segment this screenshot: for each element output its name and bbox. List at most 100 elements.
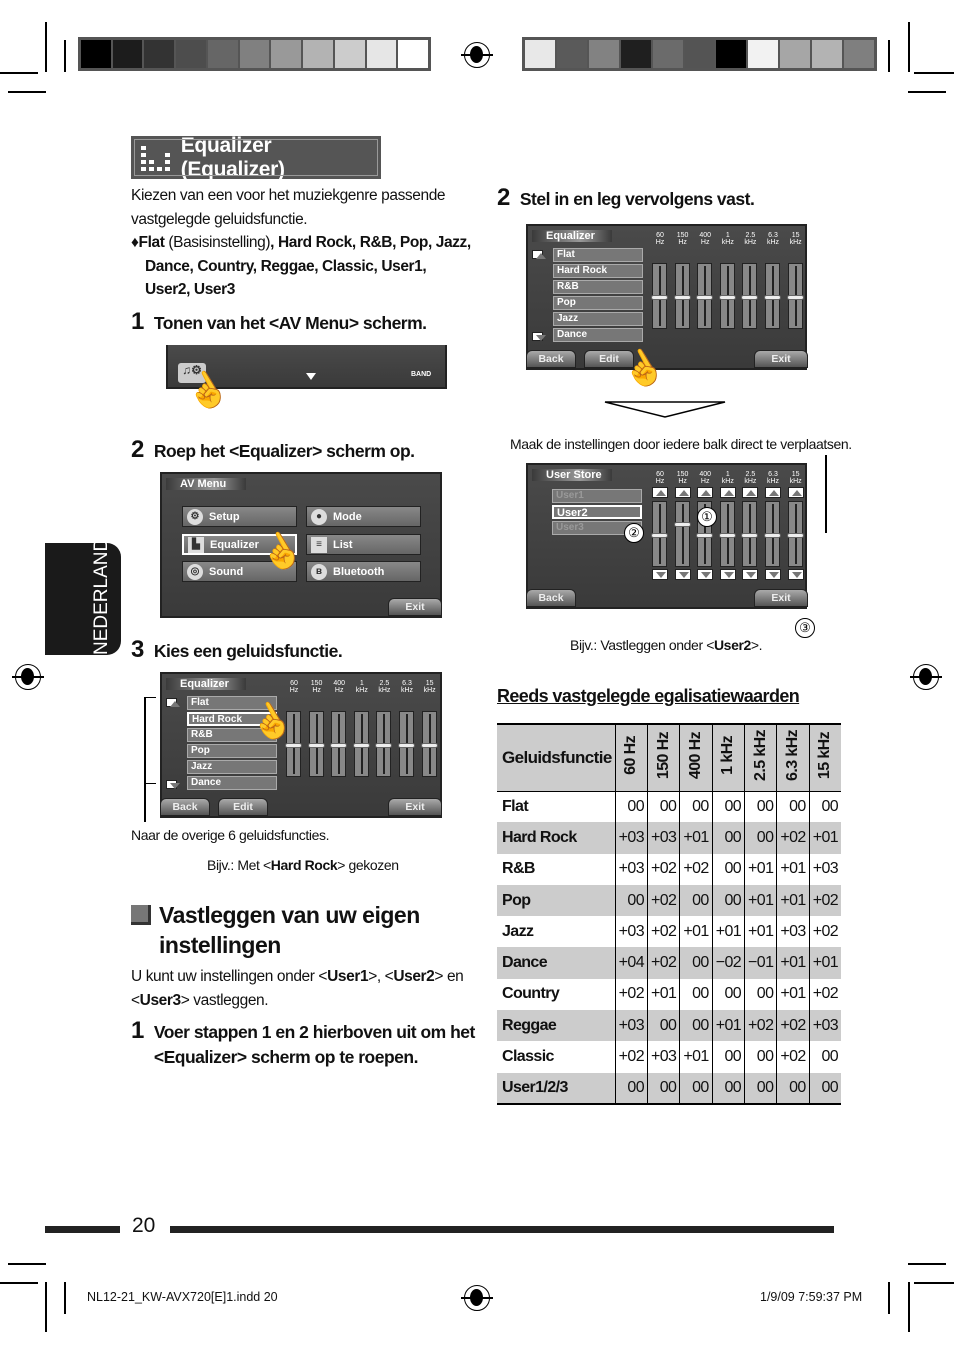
scroll-down-icon[interactable] [166,780,180,789]
level-down-button[interactable] [652,569,668,580]
user1-item[interactable]: User1 [552,489,642,503]
registration-mark-icon [910,664,942,690]
scroll-down-icon[interactable] [532,332,546,341]
slider-knob[interactable] [786,295,804,300]
crop-mark [908,91,946,93]
level-up-button[interactable] [765,487,781,498]
eq-slider[interactable] [786,263,804,329]
freq-value: 150 [676,232,689,239]
slider-knob[interactable] [420,743,438,748]
eq-slider[interactable] [786,501,804,567]
column-header: 400 Hz [687,731,705,779]
back-button[interactable]: Back [526,589,576,607]
level-down-button[interactable] [697,569,714,580]
menu-setup[interactable]: ⚙ Setup [182,506,297,527]
slider-knob[interactable] [696,295,714,300]
preset-item[interactable]: Dance [187,776,277,790]
exit-button[interactable]: Exit [388,598,442,616]
user2-item[interactable]: User2 [552,505,642,519]
preset-item[interactable]: Flat [553,248,643,262]
slider-knob[interactable] [651,533,668,538]
cell-value: 00 [776,791,810,823]
eq-slider[interactable] [307,711,325,777]
menu-mode[interactable]: ● Mode [306,506,421,527]
preset-item[interactable]: Hard Rock [553,264,643,278]
level-down-button[interactable] [719,569,736,580]
eq-slider[interactable] [673,501,691,567]
color-swatch [239,40,272,68]
level-down-button[interactable] [765,569,781,580]
level-down-button[interactable] [674,569,691,580]
footer-rule [170,1226,834,1233]
back-button[interactable]: Back [526,350,576,368]
slider-knob[interactable] [651,295,668,300]
slider-knob[interactable] [375,743,393,748]
scroll-up-icon[interactable] [532,250,546,259]
preset-item[interactable]: Jazz [553,312,643,326]
slider-knob[interactable] [285,743,302,748]
eq-slider[interactable] [741,501,759,567]
eq-slider[interactable] [696,263,714,329]
exit-button[interactable]: Exit [388,798,442,816]
slider-knob[interactable] [696,533,714,538]
eq-slider[interactable] [330,711,348,777]
slider-knob[interactable] [398,743,415,748]
eq-slider[interactable] [764,263,781,329]
slider-knob[interactable] [352,743,370,748]
band-button[interactable]: BAND [411,371,431,378]
eq-slider[interactable] [375,711,393,777]
preset-item[interactable]: Jazz [187,760,277,774]
t: User2 [393,968,435,985]
slider-knob[interactable] [741,533,759,538]
level-down-button[interactable] [742,569,759,580]
preset-item[interactable]: R&B [553,280,643,294]
color-bar-left [78,37,431,71]
slider-knob[interactable] [307,743,325,748]
eq-slider[interactable] [718,501,736,567]
back-button[interactable]: Back [160,798,210,816]
slider-knob[interactable] [330,743,348,748]
registration-mark-icon [461,1285,493,1311]
slider-knob[interactable] [673,522,691,527]
preset-item[interactable]: Pop [553,296,643,310]
edit-button[interactable]: Edit [218,798,268,816]
level-down-button[interactable] [787,569,804,580]
eq-slider[interactable] [420,711,438,777]
column-header: 2.5 kHz [744,724,778,792]
level-up-button[interactable] [674,487,691,498]
level-up-button[interactable] [787,487,804,498]
slider-knob[interactable] [764,295,781,300]
level-up-button[interactable] [697,487,714,498]
level-up-button[interactable] [652,487,668,498]
scroll-up-icon[interactable] [166,698,180,707]
eq-slider[interactable] [718,263,736,329]
slider-knob[interactable] [764,533,781,538]
eq-slider[interactable] [673,263,691,329]
menu-bluetooth[interactable]: ʙ Bluetooth [306,561,421,582]
step-text: Kies een geluidsfunctie. [153,641,343,661]
eq-slider[interactable] [651,501,668,567]
eq-slider[interactable] [741,263,759,329]
level-up-button[interactable] [719,487,736,498]
step-2: 2 Roep het <Equalizer> scherm op. [131,436,415,464]
exit-button[interactable]: Exit [754,350,808,368]
eq-slider[interactable] [398,711,415,777]
slider-knob[interactable] [786,533,804,538]
cell-value: +02 [776,1010,810,1042]
freq-unit: kHz [721,478,734,485]
eq-slider[interactable] [764,501,781,567]
level-up-button[interactable] [742,487,759,498]
dropdown-arrow-icon[interactable] [306,373,316,380]
menu-list[interactable]: ≡ List [306,534,421,555]
eq-slider[interactable] [651,263,668,329]
preset-item[interactable]: Dance [553,328,643,342]
cell-value: +02 [809,884,842,917]
slider-knob[interactable] [741,295,759,300]
eq-slider[interactable] [352,711,370,777]
freq-value: 6.3 [768,232,778,239]
slider-knob[interactable] [673,295,691,300]
exit-button[interactable]: Exit [754,589,808,607]
cell-value: +02 [679,853,713,885]
slider-knob[interactable] [718,533,736,538]
slider-knob[interactable] [718,295,736,300]
